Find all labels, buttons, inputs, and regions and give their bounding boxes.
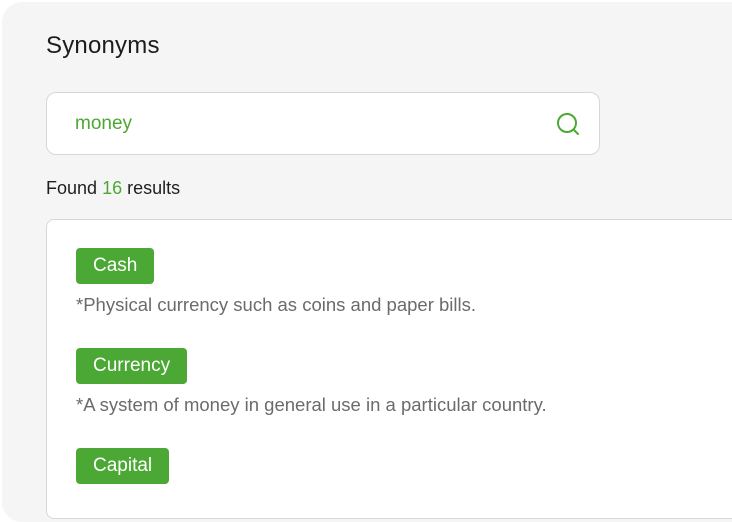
search-icon[interactable] <box>555 111 581 137</box>
results-summary-suffix: results <box>127 178 181 198</box>
results-list: Cash *Physical currency such as coins an… <box>46 219 732 519</box>
synonyms-panel: Synonyms Found 16 results Cash *Physical… <box>2 2 732 522</box>
search-box <box>46 92 600 155</box>
search-input[interactable] <box>75 112 555 135</box>
page-title: Synonyms <box>46 32 160 59</box>
result-item: Capital <box>76 448 170 494</box>
results-summary-prefix: Found <box>46 178 98 198</box>
result-item: Cash *Physical currency such as coins an… <box>76 248 476 316</box>
synonym-tag[interactable]: Cash <box>76 248 155 284</box>
results-count: 16 <box>102 178 123 198</box>
synonym-tag[interactable]: Capital <box>76 448 170 484</box>
synonym-definition: *Physical currency such as coins and pap… <box>76 294 476 315</box>
synonym-definition: *A system of money in general use in a p… <box>76 394 547 415</box>
results-summary: Found 16 results <box>46 178 180 199</box>
result-item: Currency *A system of money in general u… <box>76 348 547 416</box>
synonym-tag[interactable]: Currency <box>76 348 188 384</box>
